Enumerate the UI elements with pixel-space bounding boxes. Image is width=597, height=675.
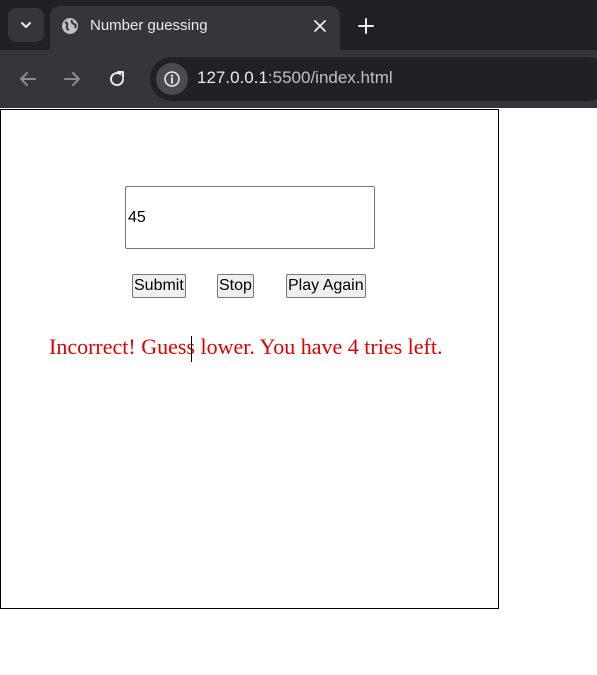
submit-button[interactable]: Submit bbox=[132, 274, 186, 298]
guess-input[interactable] bbox=[125, 186, 375, 249]
text-cursor bbox=[191, 336, 192, 362]
plus-icon bbox=[358, 18, 374, 34]
close-tab-button[interactable] bbox=[310, 16, 330, 36]
result-message: Incorrect! Guess lower. You have 4 tries… bbox=[49, 334, 443, 359]
game-container: Submit Stop Play Again Incorrect! Guess … bbox=[0, 109, 499, 609]
close-icon bbox=[314, 20, 326, 32]
info-icon bbox=[164, 71, 180, 87]
reload-button[interactable] bbox=[103, 65, 131, 93]
url-host: 127.0.0.1 bbox=[197, 68, 268, 87]
browser-toolbar: 127.0.0.1:5500/index.html bbox=[0, 50, 597, 108]
url-path: :5500/index.html bbox=[267, 68, 393, 87]
tab-strip: Number guessing bbox=[0, 0, 597, 50]
url-text[interactable]: 127.0.0.1:5500/index.html bbox=[197, 68, 393, 88]
back-button[interactable] bbox=[14, 65, 42, 93]
active-tab[interactable]: Number guessing bbox=[50, 6, 340, 50]
new-tab-button[interactable] bbox=[352, 12, 380, 40]
forward-button[interactable] bbox=[58, 65, 86, 93]
stop-button[interactable]: Stop bbox=[217, 274, 254, 298]
play-again-button[interactable]: Play Again bbox=[286, 274, 366, 298]
globe-icon bbox=[62, 18, 78, 34]
address-bar[interactable]: 127.0.0.1:5500/index.html bbox=[150, 57, 597, 101]
site-info-button[interactable] bbox=[156, 63, 188, 95]
tab-title: Number guessing bbox=[90, 17, 208, 34]
reload-icon bbox=[110, 71, 125, 87]
chevron-down-icon bbox=[21, 22, 31, 28]
arrow-left-icon bbox=[20, 72, 36, 86]
tab-search-button[interactable] bbox=[8, 8, 44, 42]
page-viewport: Submit Stop Play Again Incorrect! Guess … bbox=[0, 108, 597, 675]
arrow-right-icon bbox=[64, 72, 80, 86]
